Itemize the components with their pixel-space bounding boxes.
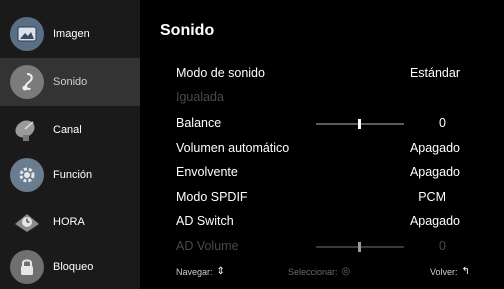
back-hint: Volver: ↰ (430, 266, 470, 277)
setting-row-balance[interactable]: Balance 0 (176, 114, 476, 134)
setting-value: Apagado (409, 141, 460, 155)
setting-label: Balance (176, 116, 222, 130)
gear-icon (10, 158, 44, 192)
select-hint: Seleccionar: ◎ (288, 266, 350, 277)
setting-label: AD Volume (176, 239, 239, 253)
navigate-hint: Navegar: ⇕ (176, 266, 225, 277)
setting-value: 0 (439, 116, 446, 130)
sidebar-item-label: Función (53, 169, 93, 181)
sidebar-item-hora[interactable]: HORA (0, 198, 140, 246)
setting-row-modo-spdif[interactable]: Modo SPDIF PCM (176, 188, 476, 208)
ad-volume-slider (316, 242, 404, 252)
setting-label: Modo SPDIF (176, 190, 248, 204)
sidebar-item-bloqueo[interactable]: Bloqueo (0, 243, 140, 289)
up-down-arrows-icon: ⇕ (216, 266, 225, 277)
setting-value: Estándar (409, 66, 460, 80)
setting-value: PCM (418, 190, 446, 204)
setting-row-ad-switch[interactable]: AD Switch Apagado (176, 212, 476, 232)
sidebar-item-funcion[interactable]: Función (0, 151, 140, 199)
setting-label: AD Switch (176, 214, 234, 228)
setting-row-volumen-automatico[interactable]: Volumen automático Apagado (176, 139, 476, 159)
satellite-dish-icon (10, 113, 44, 147)
sidebar-item-label: Sonido (53, 76, 88, 88)
sidebar: Imagen Sonido Canal Función HORA Bloqueo (0, 0, 150, 289)
music-note-icon (10, 65, 44, 99)
sidebar-item-sonido[interactable]: Sonido (0, 58, 150, 106)
lock-icon (10, 250, 44, 284)
picture-icon (10, 17, 44, 51)
setting-row-ad-volume: AD Volume 0 (176, 237, 476, 257)
ok-circle-icon: ◎ (341, 266, 351, 277)
navigate-label: Navegar: (176, 266, 213, 277)
setting-value: Apagado (409, 165, 460, 179)
setting-label: Igualada (176, 90, 224, 104)
back-label: Volver: (430, 266, 458, 277)
select-label: Seleccionar: (288, 266, 338, 277)
footer-hints: Navegar: ⇕ Seleccionar: ◎ Volver: ↰ (140, 262, 504, 282)
slider-knob (358, 242, 361, 252)
clock-icon (10, 205, 44, 239)
setting-label: Envolvente (176, 165, 238, 179)
sound-settings-panel: Sonido Modo de sonido Estándar Igualada … (140, 0, 504, 289)
back-arrow-icon: ↰ (461, 266, 470, 277)
balance-slider[interactable] (316, 119, 404, 129)
sidebar-item-label: Bloqueo (53, 261, 94, 273)
setting-row-modo-de-sonido[interactable]: Modo de sonido Estándar (176, 64, 476, 84)
sidebar-item-imagen[interactable]: Imagen (0, 10, 140, 58)
sidebar-item-label: Imagen (53, 28, 90, 40)
setting-label: Modo de sonido (176, 66, 265, 80)
setting-value: Apagado (409, 214, 460, 228)
sidebar-item-canal[interactable]: Canal (0, 106, 140, 154)
sidebar-item-label: Canal (53, 124, 82, 136)
setting-label: Volumen automático (176, 141, 290, 155)
setting-row-envolvente[interactable]: Envolvente Apagado (176, 163, 476, 183)
page-title: Sonido (160, 22, 215, 39)
slider-knob[interactable] (358, 119, 361, 129)
setting-value: 0 (439, 239, 446, 253)
sound-menu-screen: Imagen Sonido Canal Función HORA Bloqueo… (0, 0, 504, 289)
sidebar-item-label: HORA (53, 216, 85, 228)
setting-row-igualada: Igualada (176, 88, 476, 108)
